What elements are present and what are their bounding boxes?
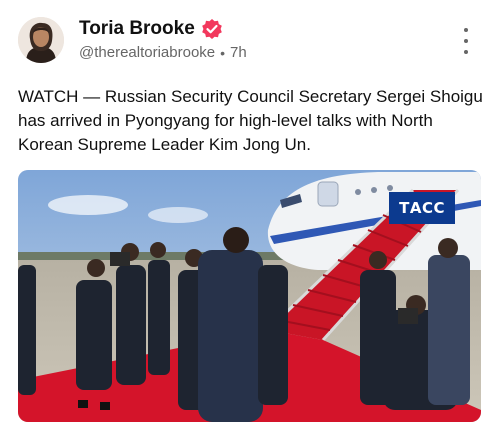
post-meta: @therealtoriabrooke • 7h (79, 44, 247, 61)
meta-separator: • (220, 44, 226, 61)
post-timestamp[interactable]: 7h (230, 44, 247, 61)
post-text: WATCH — Russian Security Council Secreta… (18, 87, 483, 154)
author-name-row: Toria Brooke (79, 18, 223, 40)
verified-badge-icon (201, 19, 222, 39)
post-video[interactable]: ТАСС (18, 170, 481, 422)
social-post: Toria Brooke @therealtoriabrooke • 7h WA… (0, 0, 500, 445)
author-name[interactable]: Toria Brooke (79, 18, 195, 40)
avatar[interactable] (18, 17, 64, 63)
author-handle[interactable]: @therealtoriabrooke (79, 44, 215, 61)
tass-watermark: ТАСС (389, 192, 455, 224)
more-options-icon[interactable] (458, 28, 474, 54)
